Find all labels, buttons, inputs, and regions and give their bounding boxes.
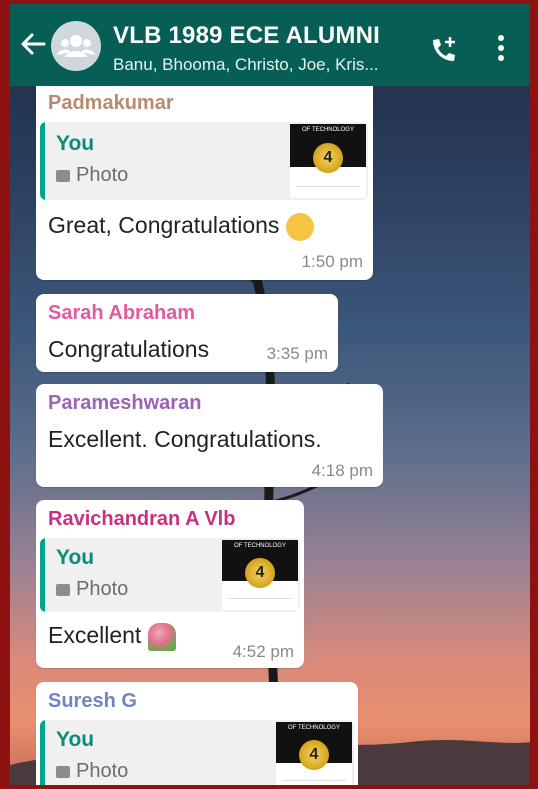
quoted-sender: You <box>56 546 95 569</box>
photo-thumbnail[interactable]: OF TECHNOLOGY 4 <box>290 124 366 198</box>
quoted-message[interactable]: You Photo OF TECHNOLOGY 4 <box>40 720 354 785</box>
message-text: Excellent. Congratulations. <box>48 426 322 452</box>
message-text: Great, Congratulations <box>48 212 314 241</box>
message-bubble[interactable]: Suresh G You Photo OF TECHNOLOGY 4 <box>36 682 358 785</box>
back-arrow-icon[interactable] <box>18 29 48 59</box>
quoted-message[interactable]: You Photo OF TECHNOLOGY 4 <box>40 122 368 200</box>
quoted-type: Photo <box>56 760 128 783</box>
photo-thumbnail[interactable]: OF TECHNOLOGY 4 <box>276 722 352 785</box>
chat-title[interactable]: VLB 1989 ECE ALUMNI <box>113 22 380 50</box>
message-time: 1:50 pm <box>301 252 363 271</box>
bouquet-emoji <box>147 622 176 651</box>
message-text: Excellent <box>48 622 176 651</box>
photo-thumbnail[interactable]: OF TECHNOLOGY 4 <box>222 540 298 610</box>
photo-icon <box>56 169 70 182</box>
photo-icon <box>56 765 70 778</box>
message-bubble[interactable]: Sarah Abraham Congratulations 3:35 pm <box>36 294 338 372</box>
quoted-type: Photo <box>56 164 128 187</box>
sender-name: Sarah Abraham <box>48 302 196 324</box>
message-time: 4:52 pm <box>232 642 294 661</box>
quoted-message[interactable]: You Photo OF TECHNOLOGY 4 <box>40 538 300 612</box>
sender-name: Parameshwaran <box>48 392 202 414</box>
phone-frame: VLB 1989 ECE ALUMNI Banu, Bhooma, Christ… <box>0 0 538 789</box>
sender-name: Suresh G <box>48 690 137 712</box>
quoted-type: Photo <box>56 578 128 601</box>
message-bubble[interactable]: Ravichandran A Vlb You Photo OF TECHNOLO… <box>36 500 304 668</box>
message-time: 4:18 pm <box>311 461 373 480</box>
message-text: Congratulations <box>48 336 210 362</box>
sender-name: Ravichandran A Vlb <box>48 508 236 530</box>
more-vertical-icon[interactable] <box>496 33 506 63</box>
chat-members[interactable]: Banu, Bhooma, Christo, Joe, Kris... <box>113 55 379 75</box>
quoted-sender: You <box>56 132 95 155</box>
clapping-hands-emoji <box>285 212 314 241</box>
quoted-sender: You <box>56 728 95 751</box>
photo-icon <box>56 583 70 596</box>
add-call-icon[interactable] <box>428 34 460 66</box>
message-time: 3:35 pm <box>266 344 328 363</box>
message-bubble[interactable]: Padmakumar You Photo OF TECHNOLOGY 4 Gre… <box>36 86 373 280</box>
chat-header: VLB 1989 ECE ALUMNI Banu, Bhooma, Christ… <box>10 4 530 86</box>
message-bubble[interactable]: Parameshwaran Excellent. Congratulations… <box>36 384 383 487</box>
group-avatar-icon[interactable] <box>51 21 101 71</box>
sender-name: Padmakumar <box>48 92 174 114</box>
chat-screen: VLB 1989 ECE ALUMNI Banu, Bhooma, Christ… <box>10 4 530 785</box>
